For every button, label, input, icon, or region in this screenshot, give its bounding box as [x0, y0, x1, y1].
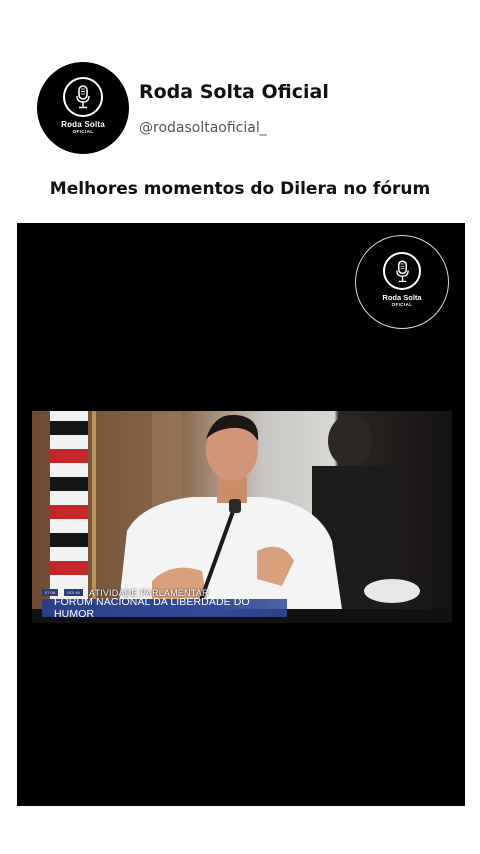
avatar-brand-top: Roda Solta [61, 120, 105, 129]
microphone-icon [383, 252, 421, 290]
profile-handle[interactable]: @rodasoltaoficial_ [139, 120, 267, 136]
microphone-icon [63, 77, 103, 117]
video-player[interactable]: Roda Solta OFICIAL 07:08 GO! 69 ATIVIDAD… [17, 223, 465, 806]
avatar-brand-bottom: OFICIAL [72, 129, 94, 134]
watermark-logo: Roda Solta OFICIAL [355, 235, 449, 329]
lower-third-tiny-right: GO! 69 [64, 589, 83, 596]
video-frame: 07:08 GO! 69 ATIVIDADE PARLAMENTAR FÓRUM… [32, 411, 452, 623]
avatar[interactable]: Roda Solta OFICIAL [37, 62, 129, 154]
post-title: Melhores momentos do Dilera no fórum [49, 179, 431, 199]
profile-name[interactable]: Roda Solta Oficial [139, 81, 329, 103]
lower-third-tiny-left: 07:08 [42, 589, 59, 596]
lower-third-title: FÓRUM NACIONAL DA LIBERDADE DO HUMOR [42, 596, 287, 620]
watermark-brand-top: Roda Solta [382, 293, 422, 302]
watermark-brand-bottom: OFICIAL [391, 302, 413, 307]
